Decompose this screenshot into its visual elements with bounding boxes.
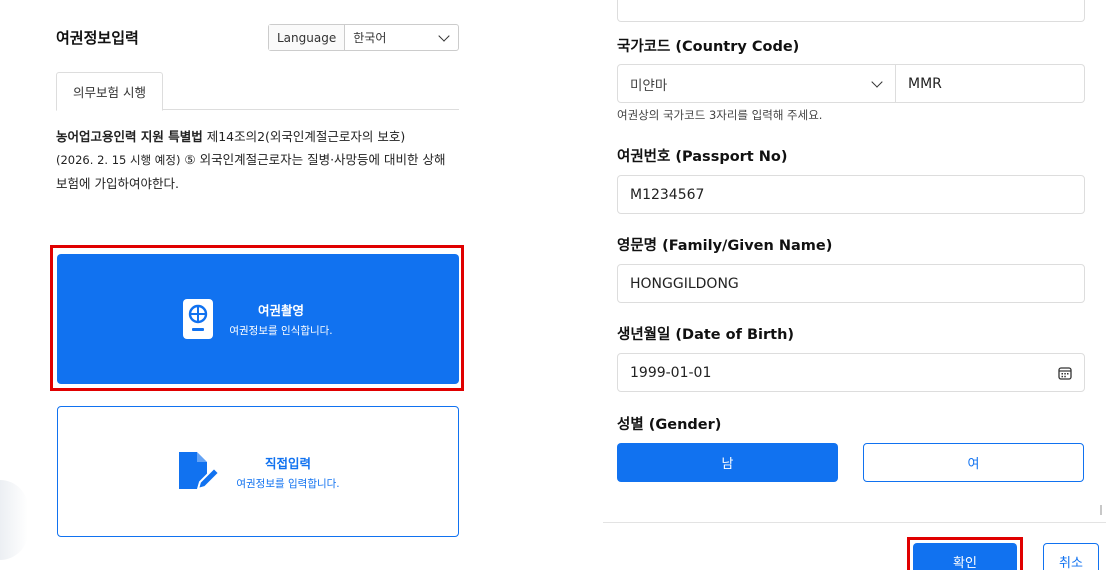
calendar-icon[interactable] [1058,366,1072,380]
tab-mandatory-insurance[interactable]: 의무보험 시행 [56,72,163,111]
scan-title: 여권촬영 [257,303,304,318]
country-select[interactable]: 미얀마 [617,64,896,103]
language-value: 한국어 [353,31,387,45]
scrollbar[interactable] [1100,505,1102,515]
chevron-down-icon [871,75,883,88]
language-label: Language [269,25,346,50]
left-panel: 여권정보입력 Language 한국어 의무보험 시행 농어업고용인력 지원 특… [0,0,505,570]
language-selector[interactable]: Language 한국어 [268,24,459,51]
country-select-value: 미얀마 [630,77,668,94]
passport-number-field[interactable]: M1234567 [617,175,1085,214]
manual-title: 직접입력 [264,455,311,471]
document-edit-icon [179,451,221,490]
country-code-group: 미얀마 MMR [617,64,1085,103]
input-field-partial[interactable] [617,0,1085,22]
scan-subtitle: 여권정보를 인식합니다. [229,325,333,337]
law-clause: ⑤ 외국인계절근로자는 질병·사망등에 대비한 상해 [180,152,446,167]
date-of-birth-value: 1999-01-01 [630,364,712,381]
cancel-button[interactable]: 취소 [1043,543,1099,570]
law-article: 제14조의2(외국인계절근로자의 보호) [202,129,406,144]
law-effective-date: (2026. 2. 15 시행 예정) [56,153,181,167]
edge-decoration [0,480,28,560]
english-name-label: 영문명 (Family/Given Name) [617,238,833,254]
tab-bar: 의무보험 시행 [56,72,459,111]
footer-divider [603,522,1106,523]
manual-subtitle: 여권정보를 입력합니다. [236,477,340,490]
passport-icon [183,299,214,339]
date-of-birth-label: 생년월일 (Date of Birth) [617,327,795,343]
passport-scan-button[interactable]: 여권촬영 여권정보를 인식합니다. [57,254,459,384]
chevron-down-icon [438,29,450,42]
country-code-field[interactable]: MMR [896,64,1085,103]
gender-female-button[interactable]: 여 [863,443,1084,482]
date-of-birth-field[interactable]: 1999-01-01 [617,353,1085,392]
confirm-button[interactable]: 확인 [913,543,1017,570]
gender-male-button[interactable]: 남 [617,443,838,482]
country-code-label: 국가코드 (Country Code) [617,39,800,55]
manual-input-button[interactable]: 직접입력 여권정보를 입력합니다. [57,406,459,537]
law-clause-continued: 보험에 가입하여야한다. [56,176,179,191]
gender-label: 성별 (Gender) [617,417,722,433]
country-code-hint: 여권상의 국가코드 3자리를 입력해 주세요. [617,108,823,122]
english-name-field[interactable]: HONGGILDONG [617,264,1085,303]
page-title: 여권정보입력 [56,29,139,47]
law-notice: 농어업고용인력 지원 특별법 제14조의2(외국인계절근로자의 보호) (202… [56,125,466,195]
passport-number-label: 여권번호 (Passport No) [617,149,788,165]
right-panel: 국가코드 (Country Code) 미얀마 MMR 여권상의 국가코드 3자… [603,0,1106,570]
law-title: 농어업고용인력 지원 특별법 [56,129,203,144]
language-dropdown[interactable]: 한국어 [345,29,458,46]
